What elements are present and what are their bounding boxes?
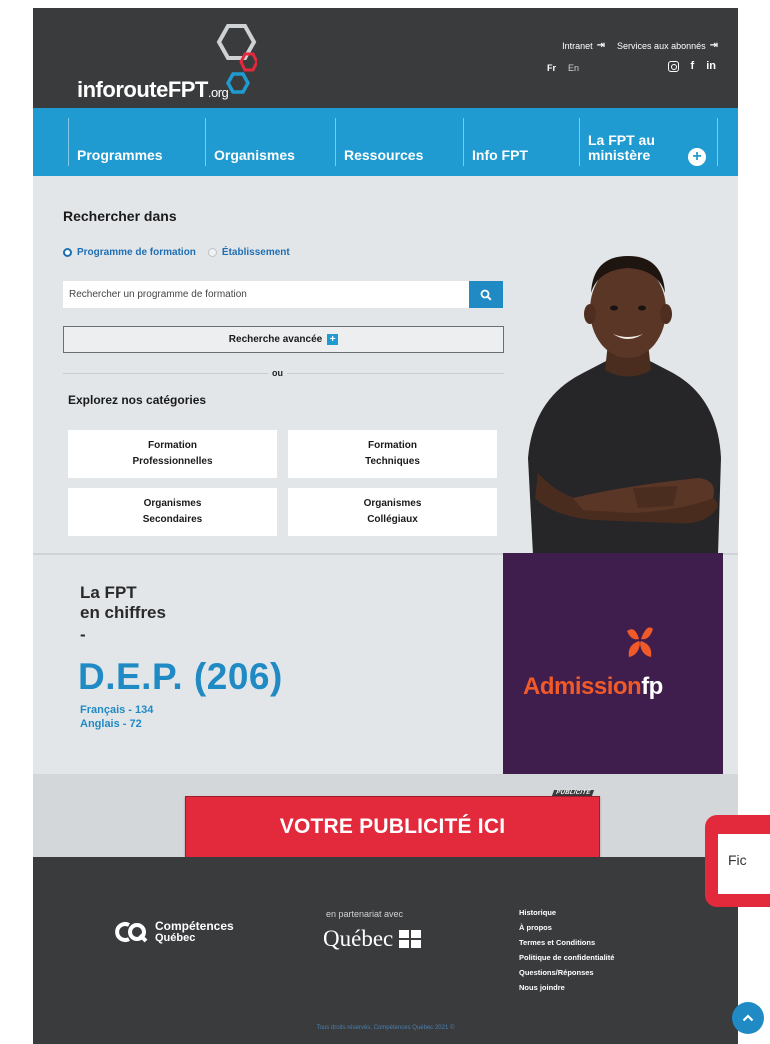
comp-line2: Québec xyxy=(155,932,196,944)
subscribers-link[interactable]: Services aux abonnés ⇥ xyxy=(617,40,718,51)
nav-info-fpt[interactable]: Info FPT xyxy=(463,118,528,166)
hero-person-image xyxy=(513,248,738,555)
category-formation-techniques[interactable]: Formation Techniques xyxy=(288,430,497,478)
page: inforouteFPT.org Intranet ⇥ Services aux … xyxy=(33,8,738,1044)
admission-fp-banner[interactable]: Admissionfp xyxy=(503,553,723,774)
nav-expand-plus-icon[interactable]: + xyxy=(688,148,706,166)
radio-label: Établissement xyxy=(221,247,290,258)
stats-title-line2: en chiffres xyxy=(80,603,166,622)
search-input[interactable] xyxy=(63,281,469,308)
tile-line2: Collégiaux xyxy=(367,514,418,525)
search-box xyxy=(63,281,469,308)
ad-banner[interactable]: VOTRE PUBLICITÉ ICI xyxy=(185,796,600,858)
comp-line1: Compétences xyxy=(155,919,234,933)
search-button[interactable] xyxy=(469,281,503,308)
fleur-de-lis-flag-icon xyxy=(399,930,422,948)
scroll-to-top-button[interactable] xyxy=(732,1002,764,1034)
intranet-link[interactable]: Intranet ⇥ xyxy=(562,40,605,51)
stats-title: La FPT en chiffres xyxy=(80,583,280,623)
lang-fr[interactable]: Fr xyxy=(547,63,556,73)
radio-label: Programme de formation xyxy=(77,247,196,258)
footer-links: Historique À propos Termes et Conditions… xyxy=(519,905,614,995)
radio-programme[interactable]: Programme de formation xyxy=(63,247,196,258)
stats-title-line1: La FPT xyxy=(80,583,137,602)
stats-breakdown: Français - 134 Anglais - 72 xyxy=(80,703,153,731)
advanced-search-button[interactable]: Recherche avancée + xyxy=(63,326,504,353)
stats-french: Français - 134 xyxy=(80,704,154,716)
lang-en[interactable]: En xyxy=(568,63,579,73)
tile-line2: Professionnelles xyxy=(132,456,213,467)
login-arrow-icon: ⇥ xyxy=(596,40,606,51)
tile-line1: Organismes xyxy=(143,498,202,509)
category-organismes-secondaires[interactable]: Organismes Secondaires xyxy=(68,488,277,536)
social-links: f in xyxy=(667,60,716,72)
search-icon xyxy=(480,289,492,301)
advanced-search-label: Recherche avancée xyxy=(228,334,323,345)
partner-label: en partenariat avec xyxy=(326,909,404,919)
nav-organismes[interactable]: Organismes xyxy=(205,118,295,166)
footer-link-historique[interactable]: Historique xyxy=(519,905,614,920)
nav-divider xyxy=(717,118,718,166)
quebec-logo[interactable]: Québec xyxy=(323,926,422,952)
chat-widget-text[interactable]: Fic xyxy=(718,834,770,894)
nav-programmes[interactable]: Programmes xyxy=(68,118,163,166)
radio-etablissement[interactable]: Établissement xyxy=(207,247,290,258)
footer-link-a-propos[interactable]: À propos xyxy=(519,920,614,935)
radio-checked-icon xyxy=(63,248,72,257)
stats-dash: - xyxy=(80,625,86,644)
login-arrow-icon: ⇥ xyxy=(709,40,718,51)
admission-logo-icon xyxy=(627,627,653,657)
category-formation-professionnelles[interactable]: Formation Professionnelles xyxy=(68,430,277,478)
tile-line1: Organismes xyxy=(363,498,422,509)
copyright: Tous droits réservés, Compétences Québec… xyxy=(316,1025,455,1031)
radio-unchecked-icon xyxy=(207,248,217,257)
utility-links: Intranet ⇥ Services aux abonnés ⇥ xyxy=(562,40,718,51)
chevron-up-icon xyxy=(742,1014,754,1022)
instagram-icon[interactable] xyxy=(667,61,679,72)
footer-link-termes[interactable]: Termes et Conditions xyxy=(519,935,614,950)
footer-link-questions[interactable]: Questions/Réponses xyxy=(519,965,614,980)
footer-link-nous-joindre[interactable]: Nous joindre xyxy=(519,980,614,995)
search-scope-radios: Programme de formation Établissement xyxy=(63,247,290,258)
linkedin-icon[interactable]: in xyxy=(706,60,716,72)
categories-title: Explorez nos catégories xyxy=(68,393,207,407)
plus-icon: + xyxy=(327,334,339,345)
admission-text: Admissionfp xyxy=(523,673,663,700)
category-organismes-collegiaux[interactable]: Organismes Collégiaux xyxy=(288,488,497,536)
nav-ressources[interactable]: Ressources xyxy=(335,118,423,166)
competences-text: Compétences Québec xyxy=(155,920,234,944)
search-title: Rechercher dans xyxy=(63,208,177,224)
stats-english: Anglais - 72 xyxy=(80,718,142,730)
or-separator: ou xyxy=(268,368,287,378)
nav-fpt-ministere[interactable]: La FPT au ministère xyxy=(579,118,655,166)
facebook-icon[interactable]: f xyxy=(691,60,695,72)
site-logo[interactable]: inforouteFPT.org xyxy=(77,22,297,104)
tile-line1: Formation xyxy=(148,440,197,451)
quebec-text: Québec xyxy=(323,926,394,951)
stats-highlight: D.E.P. (206) xyxy=(78,656,283,697)
nav-label-line2: ministère xyxy=(588,147,651,163)
nav-label-line1: La FPT au xyxy=(588,132,655,148)
tile-line2: Techniques xyxy=(365,456,420,467)
tile-line1: Formation xyxy=(368,440,417,451)
competences-quebec-logo[interactable]: Compétences Québec xyxy=(113,920,234,944)
language-switcher: Fr En xyxy=(547,63,579,73)
logo-text: inforouteFPT.org xyxy=(77,77,229,102)
cq-logo-icon xyxy=(115,922,148,943)
tile-line2: Secondaires xyxy=(142,514,203,525)
footer-link-confidentialite[interactable]: Politique de confidentialité xyxy=(519,950,614,965)
